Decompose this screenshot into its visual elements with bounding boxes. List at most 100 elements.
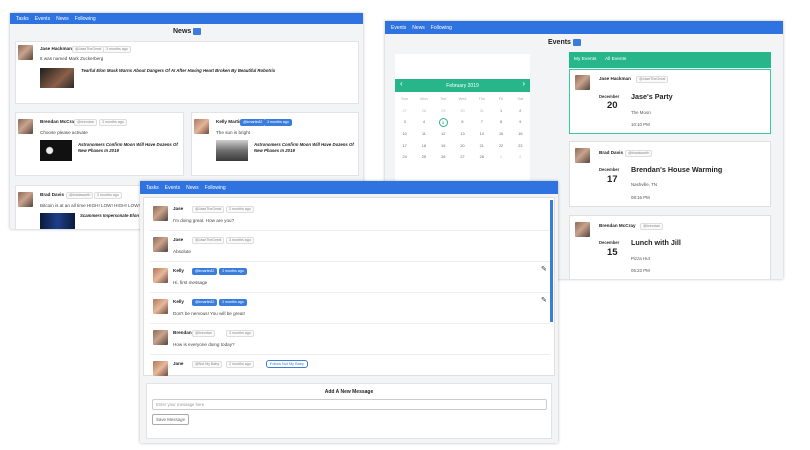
calendar-day[interactable]: 10: [395, 129, 414, 141]
calendar-day[interactable]: 5: [438, 118, 448, 128]
nav-tasks[interactable]: Tasks: [16, 16, 29, 22]
avatar: [153, 237, 168, 252]
message-row: Jane @Not My Baby 2 months ago Follow Not M…: [150, 355, 550, 377]
news-headline[interactable]: Astronomers Confirm Moon Will Have Dozen…: [254, 142, 354, 154]
chat-window: Tasks Events News Following Jase @JaseThe…: [140, 181, 558, 443]
calendar-day[interactable]: 16: [511, 129, 530, 141]
news-thumbnail[interactable]: [40, 68, 74, 88]
nav-news[interactable]: News: [56, 16, 69, 22]
event-card[interactable]: Brendan McCray @brendan December 15 Lunc…: [569, 215, 771, 279]
message-time: 3 months ago: [226, 237, 254, 244]
calendar-day[interactable]: 28: [414, 106, 433, 118]
calendar-day[interactable]: 8: [491, 117, 510, 129]
news-thumbnail[interactable]: [40, 213, 75, 229]
calendar-day[interactable]: 23: [511, 141, 530, 153]
event-location: The Moon: [631, 110, 651, 115]
event-day: 20: [607, 100, 618, 111]
calendar-day[interactable]: 11: [414, 129, 433, 141]
post-time: 3 months ago: [99, 119, 127, 126]
post-text: It was named Mark Zuckerberg: [40, 56, 104, 61]
calendar-day[interactable]: 1: [491, 152, 510, 164]
calendar-day[interactable]: 2: [511, 152, 530, 164]
edit-pencil-icon[interactable]: ✎: [541, 265, 547, 273]
calendar-day[interactable]: 17: [395, 141, 414, 153]
message-time: 2 months ago: [226, 206, 254, 213]
calendar-day[interactable]: 25: [414, 152, 433, 164]
nav-following[interactable]: Following: [205, 185, 226, 191]
calendar-day[interactable]: 24: [395, 152, 414, 164]
message-list[interactable]: Jase @JaseTheGreat 2 months ago I'm doing g…: [143, 197, 555, 376]
calendar-day[interactable]: 18: [414, 141, 433, 153]
event-location: Nashville, TN: [631, 182, 658, 187]
calendar-day[interactable]: 12: [434, 129, 453, 141]
event-handle: @brendan: [640, 223, 663, 230]
calendar-day[interactable]: 14: [472, 129, 491, 141]
event-day: 17: [607, 174, 618, 185]
weekday-label: Thu: [478, 97, 486, 101]
calendar-day[interactable]: 31: [472, 106, 491, 118]
nav-news[interactable]: News: [186, 185, 199, 191]
message-handle: @JaseTheGreat: [192, 206, 225, 213]
news-thumbnail[interactable]: [216, 140, 248, 161]
weekday-label: Sat: [517, 97, 524, 101]
calendar-day[interactable]: 3: [395, 117, 414, 129]
calendar-day[interactable]: 30: [453, 106, 472, 118]
event-location: Pizza Hut: [631, 256, 650, 261]
news-headline[interactable]: Tearful Elon Musk Warns About Dangers Of…: [81, 68, 351, 74]
nav-news[interactable]: News: [412, 25, 425, 31]
message-handle: @brendan: [192, 330, 215, 337]
calendar-day[interactable]: 19: [434, 141, 453, 153]
events-title: Events: [548, 39, 571, 46]
nav-tasks[interactable]: Tasks: [146, 185, 159, 191]
avatar: [575, 75, 590, 90]
calendar-day[interactable]: 27: [453, 152, 472, 164]
calendar-day[interactable]: 1: [491, 106, 510, 118]
news-headline[interactable]: Astronomers Confirm Moon Will Have Dozen…: [78, 142, 182, 154]
post-username: Kelly Martin: [216, 119, 243, 124]
nav-events[interactable]: Events: [165, 185, 180, 191]
nav-events[interactable]: Events: [391, 25, 406, 31]
news-title: News: [173, 28, 192, 35]
nav-following[interactable]: Following: [431, 25, 452, 31]
message-time: 2 months ago: [226, 361, 254, 368]
post-time: 3 months ago: [103, 46, 131, 53]
calendar-day[interactable]: 7: [472, 117, 491, 129]
tab-all-events[interactable]: All Events: [605, 57, 626, 62]
calendar-day[interactable]: 9: [511, 117, 530, 129]
tab-my-events[interactable]: My Events: [574, 57, 596, 62]
nav-events[interactable]: Events: [35, 16, 50, 22]
nav-following[interactable]: Following: [75, 16, 96, 22]
edit-pencil-icon[interactable]: ✎: [541, 296, 547, 304]
message-row: Kelly @kmartin82 3 months ago Hi, first mes…: [150, 262, 550, 293]
event-month: December: [599, 240, 620, 245]
event-card[interactable]: Jase Hackman @JaseTheGreat December 20 J…: [569, 69, 771, 134]
message-rows: Jase @JaseTheGreat 2 months ago I'm doing g…: [144, 198, 556, 377]
scrollbar-thumb[interactable]: [550, 200, 553, 322]
calendar-day[interactable]: 6: [453, 117, 472, 129]
add-news-button[interactable]: [193, 28, 201, 35]
calendar-day[interactable]: 2: [511, 106, 530, 118]
message-input[interactable]: Enter your message here: [152, 399, 547, 410]
calendar-day[interactable]: 4: [414, 117, 433, 129]
save-message-button[interactable]: Save Message: [152, 414, 189, 425]
calendar-day[interactable]: 15: [491, 129, 510, 141]
calendar-day[interactable]: 29: [434, 106, 453, 118]
event-host: Jase Hackman: [599, 76, 631, 81]
avatar: [575, 148, 590, 163]
calendar-day[interactable]: 28: [472, 152, 491, 164]
next-month-button[interactable]: ›: [522, 79, 525, 88]
post-username: Brad Davis: [40, 192, 65, 197]
add-event-button[interactable]: [573, 39, 581, 46]
calendar-day[interactable]: 26: [434, 152, 453, 164]
event-time: 08:16 PM: [631, 195, 650, 200]
event-card[interactable]: Brad Davis @bradsworth December 17 Brend…: [569, 141, 771, 207]
calendar-day[interactable]: 13: [453, 129, 472, 141]
avatar: [153, 330, 168, 345]
message-text: Absolute: [173, 249, 191, 254]
calendar-day[interactable]: 22: [491, 141, 510, 153]
calendar-day[interactable]: 21: [472, 141, 491, 153]
calendar-day[interactable]: 20: [453, 141, 472, 153]
news-thumbnail[interactable]: [40, 140, 72, 161]
follow-button[interactable]: Follow Not My Baby: [266, 360, 308, 368]
calendar-day[interactable]: 27: [395, 106, 414, 118]
